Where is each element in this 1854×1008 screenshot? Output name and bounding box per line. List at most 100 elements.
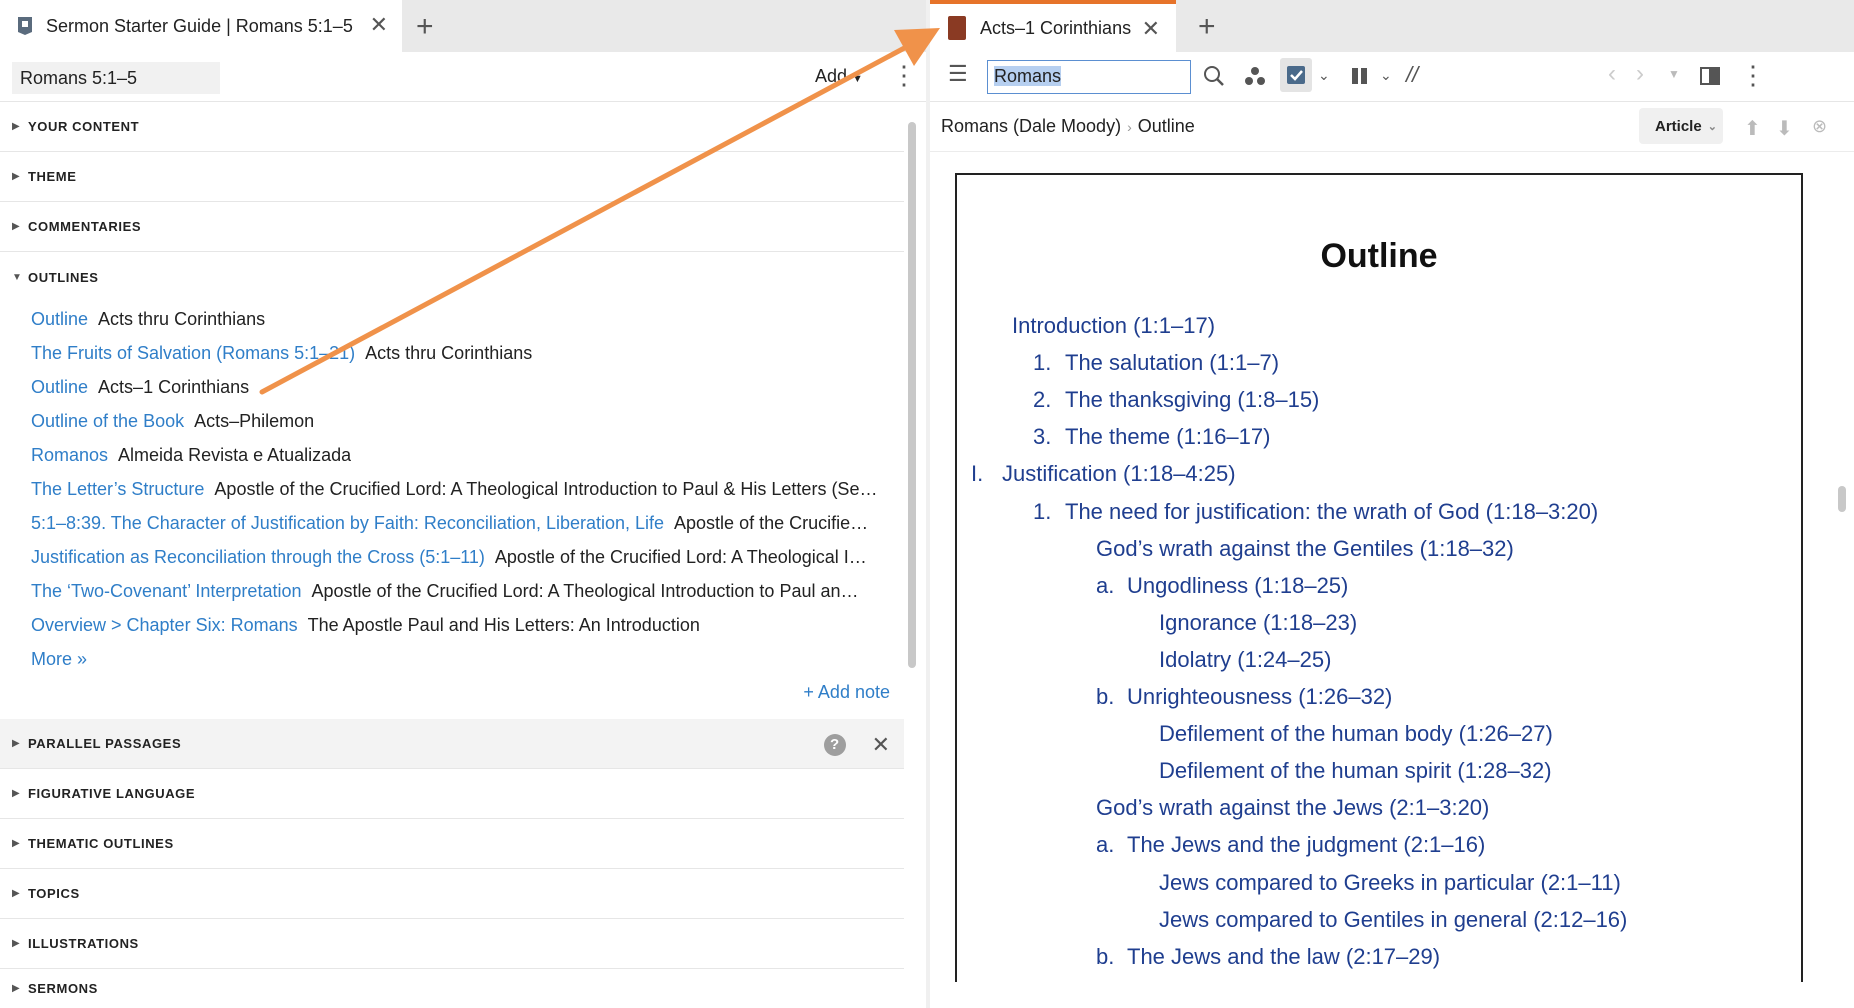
search-value: Romans (994, 66, 1062, 86)
outline-link[interactable]: Outline (31, 309, 88, 330)
section-outlines[interactable]: ▼ OUTLINES (0, 252, 904, 302)
outline-source: Almeida Revista e Atualizada (118, 444, 352, 465)
outline-entry-link[interactable]: Ungodliness (1:18–25) (1127, 573, 1348, 599)
outline-entry-link[interactable]: God’s wrath against the Gentiles (1:18–3… (1096, 536, 1514, 562)
caret-right-icon: ▶ (12, 938, 20, 949)
outline-entry-link[interactable]: Jews compared to Greeks in particular (2… (1159, 870, 1621, 896)
list-item: Romanos Almeida Revista e Atualizada (0, 438, 904, 472)
chevron-down-icon[interactable]: ⌄ (1380, 68, 1392, 82)
outline-entry-link[interactable]: Ignorance (1:18–23) (1159, 610, 1357, 636)
section-label: FIGURATIVE LANGUAGE (28, 786, 196, 801)
outline-link[interactable]: Outline of the Book (31, 411, 184, 432)
caret-down-icon: ▼ (12, 271, 22, 283)
tab-title: Sermon Starter Guide | Romans 5:1–5 (46, 15, 353, 36)
more-options-icon[interactable]: ⋮ (1740, 62, 1766, 88)
search-icon[interactable] (1203, 65, 1225, 87)
resource-search-input[interactable]: Romans (987, 60, 1191, 94)
new-tab-icon[interactable]: + (416, 10, 434, 44)
list-item: More » (0, 642, 904, 676)
arrow-down-icon[interactable]: ⬇ (1776, 116, 1793, 141)
tab-sermon-starter-guide[interactable]: Sermon Starter Guide | Romans 5:1–5 ✕ (0, 0, 402, 52)
section-sermons[interactable]: ▶ SERMONS (0, 969, 904, 1008)
breadcrumb: Romans (Dale Moody) › Outline Article ⌄ ⬆ ⬇… (930, 102, 1854, 152)
guide-header: Add ▼ ⋮ (0, 52, 926, 102)
forward-icon[interactable]: › (1636, 62, 1644, 86)
outline-link[interactable]: Justification as Reconciliation through … (31, 547, 485, 568)
outline-link[interactable]: The Fruits of Salvation (Romans 5:1–21) (31, 343, 355, 364)
outline-link[interactable]: The ‘Two-Covenant’ Interpretation (31, 581, 301, 602)
article-dropdown[interactable]: Article ⌄ (1639, 108, 1723, 144)
section-illustrations[interactable]: ▶ ILLUSTRATIONS (0, 919, 904, 969)
menu-icon[interactable]: ☰ (948, 63, 968, 85)
close-icon[interactable]: ✕ (872, 732, 890, 758)
panel-layout-icon[interactable] (1700, 66, 1720, 86)
outline-entry-link[interactable]: The Jews and the judgment (2:1–16) (1127, 832, 1485, 858)
outline-entry-link[interactable]: Defilement of the human body (1:26–27) (1159, 721, 1553, 747)
section-thematic-outlines[interactable]: ▶ THEMATIC OUTLINES (0, 819, 904, 869)
interlinear-icon[interactable]: // (1406, 64, 1418, 86)
outline-source: Apostle of the Crucifie… (674, 512, 869, 533)
outline-link[interactable]: The Letter’s Structure (31, 479, 204, 500)
outline-entry-link[interactable]: The thanksgiving (1:8–15) (1065, 387, 1319, 413)
outline-entry-link[interactable]: The need for justification: the wrath of… (1065, 499, 1598, 525)
outlines-list: Outline Acts thru Corinthians The Fruits … (0, 302, 904, 703)
outline-entry-link[interactable]: Idolatry (1:24–25) (1159, 647, 1331, 673)
caret-right-icon: ▶ (12, 888, 20, 899)
breadcrumb-resource[interactable]: Romans (Dale Moody) (941, 116, 1121, 136)
chevron-down-icon[interactable]: ⌄ (1318, 68, 1330, 82)
outline-marker: 1. (1033, 499, 1052, 524)
right-panel: Acts–1 Corinthians ✕ + ☰ Romans ⌄ ⌄ // ‹… (930, 0, 1854, 1008)
add-label: Add (815, 66, 848, 86)
section-label: COMMENTARIES (28, 219, 142, 234)
outline-entry-link[interactable]: Unrighteousness (1:26–32) (1127, 684, 1392, 710)
outline-entry-link[interactable]: Jews compared to Gentiles in general (2:… (1159, 907, 1627, 933)
back-icon[interactable]: ‹ (1608, 62, 1616, 86)
section-figurative-language[interactable]: ▶ FIGURATIVE LANGUAGE (0, 769, 904, 819)
outline-marker: a. (1096, 573, 1115, 598)
parallel-icon[interactable] (1350, 66, 1370, 86)
close-icon[interactable]: ✕ (370, 12, 388, 38)
outline-entry-link[interactable]: The Jews and the law (2:17–29) (1127, 944, 1440, 970)
scrollbar[interactable] (908, 122, 916, 668)
outline-source: Apostle of the Crucified Lord: A Theolog… (214, 478, 878, 499)
breadcrumb-path: Romans (Dale Moody) › Outline (941, 116, 1195, 137)
history-dropdown-icon[interactable]: ▼ (1668, 68, 1680, 80)
close-circle-icon[interactable]: ⊗ (1812, 116, 1827, 137)
section-topics[interactable]: ▶ TOPICS (0, 869, 904, 919)
visual-filter-icon[interactable] (1244, 65, 1266, 87)
section-theme[interactable]: ▶ THEME (0, 152, 904, 202)
left-tab-bar: Sermon Starter Guide | Romans 5:1–5 ✕ + (0, 0, 926, 52)
outline-link[interactable]: Romanos (31, 445, 108, 466)
new-tab-icon[interactable]: + (1198, 10, 1216, 44)
more-options-icon[interactable]: ⋮ (891, 62, 917, 88)
outline-entry-link[interactable]: Introduction (1:1–17) (1012, 313, 1215, 339)
highlighting-button[interactable] (1280, 58, 1312, 92)
reference-input[interactable] (12, 62, 220, 94)
outline-entry-link[interactable]: God’s wrath against the Jews (2:1–3:20) (1096, 795, 1489, 821)
breadcrumb-section[interactable]: Outline (1138, 116, 1195, 136)
outline-link[interactable]: Outline (31, 377, 88, 398)
outline-link[interactable]: Overview > Chapter Six: Romans (31, 615, 298, 636)
tab-acts-1-corinthians[interactable]: Acts–1 Corinthians ✕ (930, 0, 1176, 52)
outline-entry-link[interactable]: The theme (1:16–17) (1065, 424, 1270, 450)
help-icon[interactable]: ? (823, 734, 846, 756)
section-label: ILLUSTRATIONS (28, 936, 139, 951)
section-parallel-passages[interactable]: ▶ PARALLEL PASSAGES ? ✕ (0, 719, 904, 769)
add-menu-button[interactable]: Add ▼ (815, 66, 863, 87)
outline-entry-link[interactable]: Defilement of the human spirit (1:28–32) (1159, 758, 1552, 784)
arrow-up-icon[interactable]: ⬆ (1744, 116, 1761, 141)
outline-entry-link[interactable]: Justification (1:18–4:25) (1002, 461, 1236, 487)
section-commentaries[interactable]: ▶ COMMENTARIES (0, 202, 904, 252)
more-link[interactable]: More » (31, 649, 87, 670)
breadcrumb-separator-icon: › (1127, 119, 1132, 135)
section-your-content[interactable]: ▶ YOUR CONTENT (0, 102, 904, 152)
list-item: The Fruits of Salvation (Romans 5:1–21) A… (0, 336, 904, 370)
close-icon[interactable]: ✕ (1142, 16, 1160, 42)
scrollbar[interactable] (1838, 486, 1846, 512)
add-note-link[interactable]: + Add note (803, 682, 890, 703)
outline-link[interactable]: 5:1–8:39. The Character of Justification… (31, 513, 664, 534)
outline-entry-link[interactable]: The salutation (1:1–7) (1065, 350, 1279, 376)
caret-right-icon: ▶ (12, 838, 20, 849)
resource-page: Outline Introduction (1:1–17) 1. The salut… (955, 173, 1803, 982)
list-item: Outline Acts thru Corinthians (0, 302, 904, 336)
